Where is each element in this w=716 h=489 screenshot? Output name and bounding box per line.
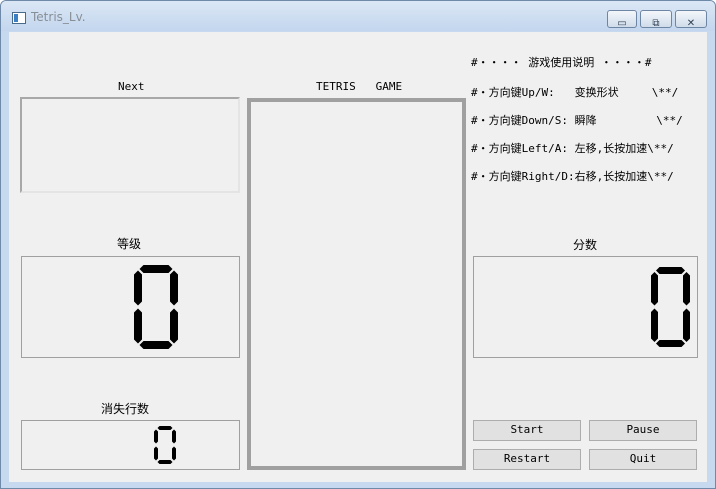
level-display [21,256,240,358]
lines-display [21,420,240,470]
pause-button[interactable]: Pause [589,420,697,441]
client-area: Next TETRIS GAME 等级 消失行数 分数 #・・・・ 游戏使用说明… [9,32,707,482]
score-digit-segment-b [683,272,690,306]
maximize-icon: ⧉ [652,18,660,29]
app-window: Tetris_Lv. ▭ ⧉ ✕ Next TETRIS GAME 等级 消失行… [0,0,716,489]
game-board[interactable] [247,98,466,470]
lines-digit-segment-c [172,446,176,461]
level-lcd-svg [134,265,178,349]
maximize-button[interactable]: ⧉ [640,10,672,29]
lines-digit [154,426,176,464]
restart-button[interactable]: Restart [473,449,581,470]
score-digit-segment-f [651,272,658,306]
score-digit-segment-d [656,340,685,347]
board-title: TETRIS GAME [316,80,403,93]
minimize-icon: ▭ [617,18,627,29]
window-title: Tetris_Lv. [31,10,86,24]
score-label: 分数 [573,238,598,252]
score-digit-segment-e [651,308,658,342]
score-digit [651,267,690,347]
lines-digit-segment-a [157,426,173,430]
instruction-line: #・方向键Left/A: 左移,长按加速\**/ [471,142,674,155]
score-display [473,256,698,358]
close-icon: ✕ [686,18,696,29]
lines-label: 消失行数 [101,402,150,416]
lines-digit-segment-e [154,446,158,461]
instruction-line: #・方向键Down/S: 瞬降 \**/ [471,114,683,127]
instruction-line: #・方向键Right/D:右移,长按加速\**/ [471,170,674,183]
lines-digit-segment-d [157,460,173,464]
level-digit-segment-d [139,341,173,349]
next-piece-preview [20,97,240,193]
level-digit [134,265,178,349]
level-digit-segment-e [134,308,142,344]
level-digit-segment-c [170,308,178,344]
lines-digit-segment-b [172,429,176,444]
start-button[interactable]: Start [473,420,581,441]
title-bar[interactable]: Tetris_Lv. ▭ ⧉ ✕ [1,1,715,31]
score-lcd-svg [651,267,690,347]
score-digit-segment-c [683,308,690,342]
lines-digit-segment-f [154,429,158,444]
level-digit-segment-f [134,270,142,306]
next-label: Next [118,80,145,93]
close-button[interactable]: ✕ [675,10,707,29]
minimize-button[interactable]: ▭ [607,10,637,29]
level-digit-segment-a [139,265,173,273]
app-icon [12,12,26,24]
level-digit-segment-b [170,270,178,306]
lines-lcd-svg [154,426,176,464]
instructions-title: #・・・・ 游戏使用说明 ・・・・# [471,56,652,69]
instruction-line: #・方向键Up/W: 变换形状 \**/ [471,86,679,99]
level-label: 等级 [117,237,142,251]
score-digit-segment-a [656,267,685,274]
quit-button[interactable]: Quit [589,449,697,470]
